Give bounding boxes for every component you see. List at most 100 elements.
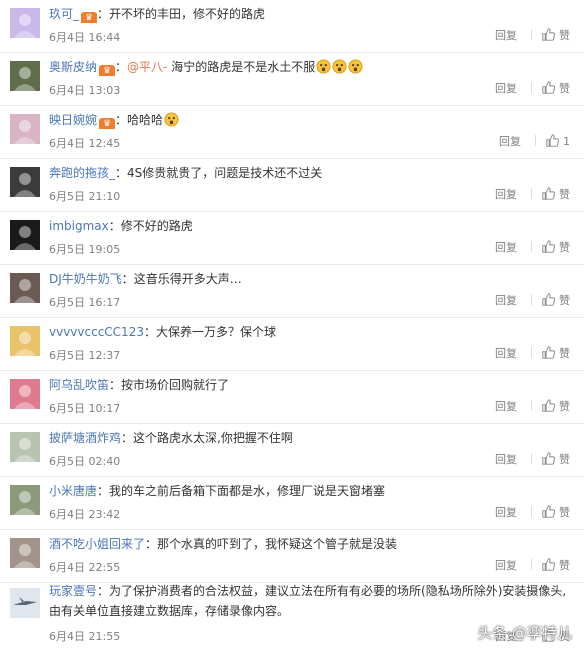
avatar[interactable] xyxy=(10,326,40,356)
separator: ： xyxy=(97,584,110,598)
reply-button[interactable]: 回复 xyxy=(495,241,517,254)
thumbs-up-icon[interactable] xyxy=(542,399,555,412)
username-link[interactable]: 奔跑的拖孩_ xyxy=(49,166,115,180)
avatar[interactable] xyxy=(10,432,40,462)
avatar[interactable] xyxy=(10,167,40,197)
avatar[interactable] xyxy=(10,379,40,409)
comment-date: 6月4日 23:42 xyxy=(49,508,121,521)
separator: ： xyxy=(115,60,128,74)
comment-date: 6月5日 10:17 xyxy=(49,402,121,415)
reply-button[interactable]: 回复 xyxy=(495,453,517,466)
separator: ： xyxy=(121,431,134,445)
avatar-image-icon xyxy=(10,61,40,91)
username-link[interactable]: 奥斯皮纳 xyxy=(49,60,97,74)
reply-button[interactable]: 回复 xyxy=(495,559,517,572)
watermark-text: 头条 @孪特儿 xyxy=(477,624,572,642)
avatar[interactable] xyxy=(10,61,40,91)
username-link[interactable]: imbigmax xyxy=(49,219,109,233)
like-count[interactable]: 赞 xyxy=(559,241,570,254)
comment-item: 小米唐唐：我的车之前后备箱下面都是水，修理厂说是天窗堵塞 6月4日 23:42 回复… xyxy=(0,477,584,530)
reply-button[interactable]: 回复 xyxy=(495,29,517,42)
thumbs-up-icon[interactable] xyxy=(542,81,555,94)
username-link[interactable]: 玖可_ xyxy=(49,7,79,21)
reply-button[interactable]: 回复 xyxy=(495,294,517,307)
comment-body: 玖可_ ♛ ：开不坏的丰田，修不好的路虎 xyxy=(49,5,574,23)
avatar-image-icon xyxy=(10,273,40,303)
comment-text: 我的车之前后备箱下面都是水，修理厂说是天窗堵塞 xyxy=(109,484,386,498)
username-link[interactable]: 小米唐唐 xyxy=(49,484,97,498)
comment-item: 映日婉婉 ♛ ：哈哈哈 6月4日 12:45 回复 1 xyxy=(0,106,584,159)
comment-item: 披萨塘酒炸鸡：这个路虎水太深,你把握不住啊 6月5日 02:40 回复 赞 xyxy=(0,424,584,477)
username-link[interactable]: vvvvvcccCC123 xyxy=(49,325,144,339)
divider xyxy=(531,400,532,411)
username-link[interactable]: 阿乌乱吹笛 xyxy=(49,378,109,392)
comment-item: 阿乌乱吹笛：按市场价回购就行了 6月5日 10:17 回复赞 xyxy=(0,371,584,424)
mention-link[interactable]: @平八- xyxy=(127,60,167,74)
avatar[interactable] xyxy=(10,8,40,38)
avatar[interactable] xyxy=(10,114,40,144)
username-link[interactable]: 酒不吃小姐回来了 xyxy=(49,537,145,551)
like-count[interactable]: 赞 xyxy=(559,29,570,42)
thumbs-up-icon[interactable] xyxy=(542,240,555,253)
comment-actions: 回复 赞 xyxy=(495,28,570,44)
avatar[interactable] xyxy=(10,588,40,618)
username-link[interactable]: 玩家壹号 xyxy=(49,584,97,598)
thumbs-up-icon[interactable] xyxy=(542,293,555,306)
comment-item: vvvvvcccCC123：大保养一万多？保个球 6月5日 12:37 回复 赞 xyxy=(0,318,584,371)
reply-button[interactable]: 回复 xyxy=(495,347,517,360)
comment-text: 为了保护消费者的合法权益，建议立法在所有有必要的场所(隐私场所除外)安装摄像头,… xyxy=(49,584,567,618)
like-count[interactable]: 赞 xyxy=(559,294,570,307)
thumbs-up-icon[interactable] xyxy=(542,505,555,518)
thumbs-up-icon[interactable] xyxy=(546,134,559,147)
like-count[interactable]: 赞 xyxy=(559,453,570,466)
username-link[interactable]: DJ牛奶牛奶飞 xyxy=(49,272,122,286)
avatar-image-icon xyxy=(10,432,40,462)
comment-date: 6月5日 21:10 xyxy=(49,190,121,203)
reply-button[interactable]: 回复 xyxy=(495,506,517,519)
separator: ： xyxy=(115,113,128,127)
comment-text: 这音乐得开多大声… xyxy=(133,272,242,286)
reply-button[interactable]: 回复 xyxy=(495,400,517,413)
thumbs-up-icon[interactable] xyxy=(542,346,555,359)
comment-actions: 回复 赞 xyxy=(495,399,570,415)
surprised-emoji-icon xyxy=(332,59,347,74)
avatar-image-icon xyxy=(10,588,40,618)
comment-text: 海宁的路虎是不是水土不服 xyxy=(167,60,316,74)
vip-badge-icon: ♛ xyxy=(99,118,116,129)
reply-button[interactable]: 回复 xyxy=(495,82,517,95)
comment-date: 6月5日 02:40 xyxy=(49,455,121,468)
username-link[interactable]: 映日婉婉 xyxy=(49,113,97,127)
avatar[interactable] xyxy=(10,273,40,303)
comment-date: 6月4日 16:44 xyxy=(49,31,121,44)
separator: ： xyxy=(145,537,158,551)
avatar[interactable] xyxy=(10,538,40,568)
reply-button[interactable]: 回复 xyxy=(495,188,517,201)
avatar-image-icon xyxy=(10,485,40,515)
avatar[interactable] xyxy=(10,220,40,250)
like-count[interactable]: 赞 xyxy=(559,82,570,95)
comment-actions: 回复 赞 xyxy=(495,293,570,309)
comment-actions: 回复 赞 xyxy=(495,558,570,574)
reply-button[interactable]: 回复 xyxy=(499,135,521,148)
comment-body: 玩家壹号：为了保护消费者的合法权益，建议立法在所有有必要的场所(隐私场所除外)安… xyxy=(49,581,576,621)
avatar-image-icon xyxy=(10,379,40,409)
comment-text: 哈哈哈 xyxy=(127,113,164,127)
thumbs-up-icon[interactable] xyxy=(542,558,555,571)
thumbs-up-icon[interactable] xyxy=(542,28,555,41)
like-count[interactable]: 赞 xyxy=(559,400,570,413)
like-count[interactable]: 1 xyxy=(563,135,570,148)
comment-date: 6月4日 13:03 xyxy=(49,84,121,97)
comment-actions: 回复 赞 xyxy=(495,505,570,521)
avatar[interactable] xyxy=(10,485,40,515)
avatar-image-icon xyxy=(10,8,40,38)
like-count[interactable]: 赞 xyxy=(559,347,570,360)
like-count[interactable]: 赞 xyxy=(559,188,570,201)
last-comment-wrap: 玩家壹号：为了保护消费者的合法权益，建议立法在所有有必要的场所(隐私场所除外)安… xyxy=(0,576,584,651)
like-count[interactable]: 赞 xyxy=(559,506,570,519)
thumbs-up-icon[interactable] xyxy=(542,452,555,465)
comment-item: 奔跑的拖孩_：4S修贵就贵了，问题是技术还不过关 6月5日 21:10 回复 赞 xyxy=(0,159,584,212)
username-link[interactable]: 披萨塘酒炸鸡 xyxy=(49,431,121,445)
like-count[interactable]: 赞 xyxy=(559,559,570,572)
divider xyxy=(531,82,532,93)
thumbs-up-icon[interactable] xyxy=(542,187,555,200)
